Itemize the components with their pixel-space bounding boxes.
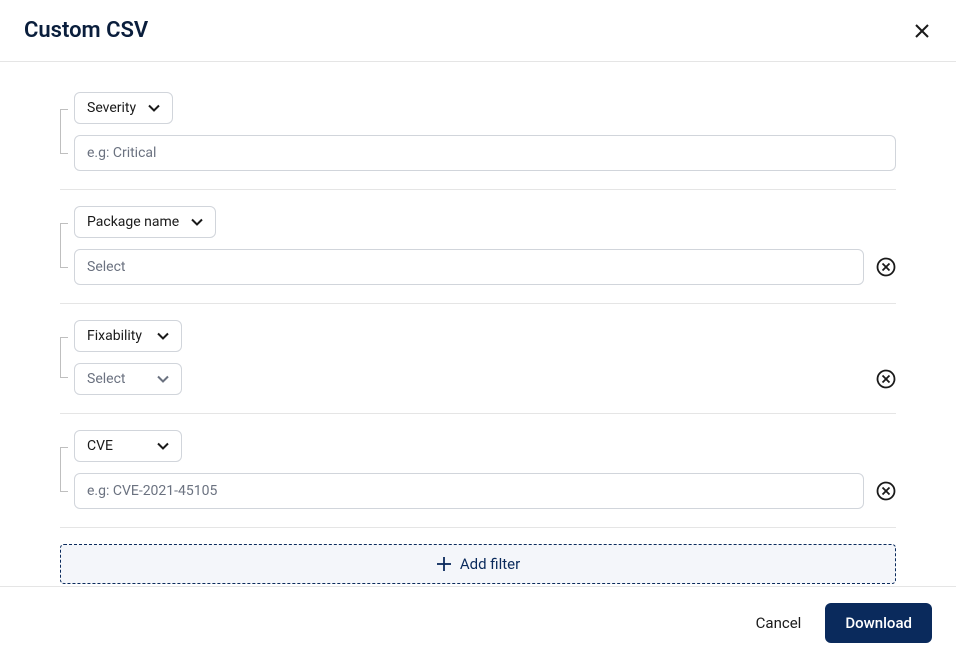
cve-type-label: CVE [87,438,113,454]
chevron-down-icon [157,332,169,340]
add-filter-label: Add filter [460,555,520,573]
download-button[interactable]: Download [825,603,932,643]
modal-body: Severity Package name [0,62,956,594]
bracket-decoration [60,337,68,378]
package-name-type-select[interactable]: Package name [74,206,216,238]
modal-header: Custom CSV [0,0,956,62]
bracket-decoration [60,109,68,154]
cancel-button[interactable]: Cancel [756,614,802,632]
remove-filter-icon[interactable] [876,481,896,501]
chevron-down-icon [157,375,169,383]
chevron-down-icon [157,442,169,450]
chevron-down-icon [148,104,160,112]
fixability-value-placeholder: Select [87,371,125,387]
plus-icon [436,556,452,572]
cve-input[interactable] [74,473,864,509]
package-name-type-label: Package name [87,214,179,230]
remove-filter-icon[interactable] [876,369,896,389]
filter-group-package-name: Package name Select [60,206,896,304]
fixability-type-label: Fixability [87,328,142,344]
filter-group-cve: CVE [60,430,896,528]
filter-group-severity: Severity [60,92,896,190]
close-icon[interactable] [912,21,932,41]
modal-footer: Cancel Download [0,586,956,659]
chevron-down-icon [191,218,203,226]
modal-title: Custom CSV [24,18,148,43]
package-name-value-select[interactable]: Select [74,249,864,285]
filter-group-fixability: Fixability Select [60,320,896,414]
severity-type-select[interactable]: Severity [74,92,173,124]
fixability-value-select[interactable]: Select [74,363,182,395]
severity-input[interactable] [74,135,896,171]
severity-type-label: Severity [87,100,136,116]
bracket-decoration [60,447,68,492]
add-filter-button[interactable]: Add filter [60,544,896,584]
remove-filter-icon[interactable] [876,257,896,277]
fixability-type-select[interactable]: Fixability [74,320,182,352]
cve-type-select[interactable]: CVE [74,430,182,462]
package-name-value-placeholder: Select [87,259,125,275]
bracket-decoration [60,223,68,268]
